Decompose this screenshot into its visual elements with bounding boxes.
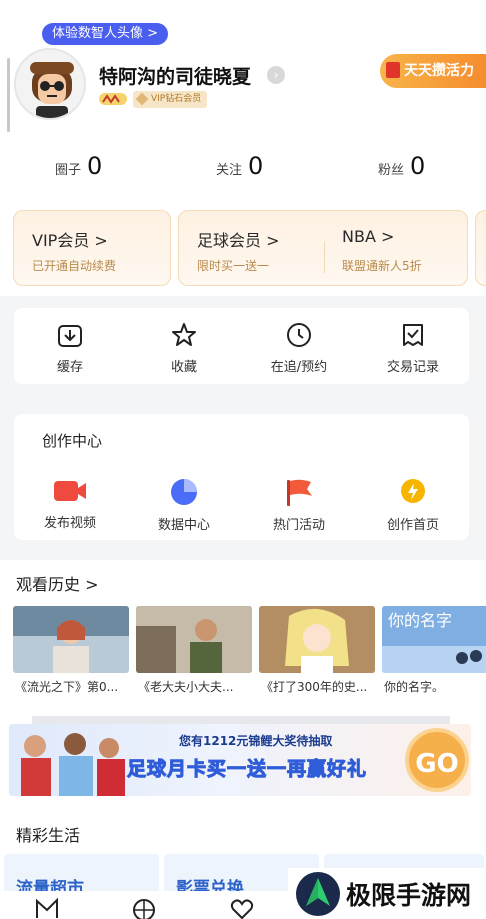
receipt-icon (403, 324, 423, 346)
svg-text:你的名字: 你的名字 (388, 611, 452, 630)
stat-value: 0 (410, 152, 426, 180)
stat-followers[interactable]: 粉丝 0 (378, 152, 425, 180)
username[interactable]: 特阿沟的司徒晓夏 (99, 62, 251, 89)
life-title: 精彩生活 (16, 826, 81, 845)
following-reservations-button[interactable]: 在追/预约 (254, 322, 344, 375)
data-center-button[interactable]: 数据中心 (139, 478, 229, 533)
stat-label: 关注 (216, 163, 243, 178)
creator-home-button[interactable]: 创作首页 (368, 478, 458, 533)
players-illustration (21, 733, 125, 796)
divider (324, 241, 325, 273)
lightning-icon (401, 479, 425, 503)
cc-label: 数据中心 (157, 518, 210, 533)
qa-label: 在追/预约 (270, 360, 328, 375)
download-icon (58, 325, 82, 347)
qa-label: 缓存 (56, 360, 83, 375)
creator-center-title: 创作中心 (42, 432, 103, 450)
history-thumbnail[interactable] (13, 606, 129, 673)
vitality-button[interactable]: 天天攒活力 (380, 54, 486, 88)
clock-icon (287, 323, 311, 347)
video-camera-icon (54, 481, 86, 501)
publish-video-button[interactable]: 发布视频 (25, 478, 115, 531)
vip-level-badge[interactable]: VIP钻石会员 (133, 91, 208, 108)
qa-label: 交易记录 (386, 360, 439, 375)
watermark: 极限手游网 (288, 868, 486, 919)
basketball-icon[interactable] (132, 898, 156, 919)
favorites-button[interactable]: 收藏 (139, 322, 229, 375)
banner-stack-edge (32, 716, 450, 724)
watch-history-section: 观看历史 > 《流光之下》第0... 《老大夫小大夫... 《打了300年的史.… (0, 560, 486, 708)
avatar-illustration (16, 50, 84, 118)
cc-label: 发布视频 (43, 516, 96, 531)
history-caption: 《打了300年的史... (261, 680, 368, 694)
home-icon[interactable] (35, 898, 59, 919)
cache-button[interactable]: 缓存 (25, 322, 115, 375)
creator-center-panel: 创作中心 发布视频 数据中心 热门活动 创作首页 (14, 414, 469, 540)
stat-circles[interactable]: 圈子 0 (55, 152, 102, 180)
diamond-icon (135, 92, 149, 106)
avatar[interactable] (14, 48, 86, 120)
stat-value: 0 (87, 152, 103, 180)
cc-label: 创作首页 (386, 518, 439, 533)
gift-icon (386, 62, 400, 78)
membership-section: VIP会员 > 已开通自动续费 足球会员 > 限时买一送一 NBA > 联盟通新… (0, 196, 486, 296)
chevron-right-icon[interactable]: › (267, 66, 285, 84)
stats-row: 圈子 0 关注 0 粉丝 0 (0, 140, 486, 196)
card-subtitle: 限时买一送一 (197, 259, 270, 273)
pie-chart-icon (171, 479, 197, 505)
member-medal-icon (99, 91, 129, 107)
card-subtitle: 已开通自动续费 (32, 259, 117, 273)
transaction-records-button[interactable]: 交易记录 (368, 322, 458, 375)
vitality-label: 天天攒活力 (404, 63, 474, 79)
digital-avatar-badge[interactable]: 体验数智人头像 > (42, 23, 169, 45)
flag-icon (287, 479, 312, 506)
watermark-text: 极限手游网 (346, 880, 472, 910)
history-caption: 你的名字。 (384, 680, 445, 694)
banner-top-text: 您有1212元锦鲤大奖待抽取 (179, 734, 333, 748)
card-title: NBA > (342, 227, 395, 246)
history-thumbnail[interactable] (136, 606, 252, 673)
stat-value: 0 (248, 152, 264, 180)
vip-member-card[interactable]: VIP会员 > 已开通自动续费 (13, 210, 171, 286)
heart-icon[interactable] (230, 898, 254, 919)
banner-main-text: 足球月卡买一送一再赢好礼 (126, 758, 368, 781)
stat-label: 圈子 (55, 163, 82, 178)
vip-level-label: VIP钻石会员 (151, 94, 202, 104)
watermark-logo-icon (296, 871, 340, 916)
banner-section: 您有1212元锦鲤大奖待抽取 足球月卡买一送一再赢好礼 GO (0, 708, 486, 808)
stat-label: 粉丝 (378, 163, 405, 178)
history-thumbnail[interactable] (259, 606, 375, 673)
card-title: VIP会员 > (32, 231, 108, 250)
scrollbar[interactable] (7, 58, 10, 132)
history-caption: 《老大夫小大夫... (138, 680, 234, 694)
go-button[interactable]: GO (405, 728, 469, 792)
stat-following[interactable]: 关注 0 (216, 152, 263, 180)
card-title: 足球会员 > (197, 231, 280, 250)
hot-events-button[interactable]: 热门活动 (254, 478, 344, 533)
watch-history-title[interactable]: 观看历史 > (16, 571, 99, 595)
quick-actions-panel: 缓存 收藏 在追/预约 交易记录 (14, 308, 469, 384)
card-subtitle: 联盟通新人5折 (342, 259, 422, 273)
profile-header: 体验数智人头像 > 特阿沟的司徒晓夏 › VIP钻石会员 天天攒活力 (0, 0, 486, 140)
promo-banner[interactable]: 您有1212元锦鲤大奖待抽取 足球月卡买一送一再赢好礼 GO (9, 724, 471, 796)
history-caption: 《流光之下》第0... (15, 680, 119, 694)
cc-label: 热门活动 (272, 518, 325, 533)
sports-member-card[interactable]: 足球会员 > 限时买一送一 NBA > 联盟通新人5折 (178, 210, 468, 286)
history-thumbnail[interactable]: 你的名字 (382, 606, 486, 673)
qa-label: 收藏 (170, 360, 197, 375)
star-icon (172, 323, 196, 346)
next-member-card-peek[interactable] (475, 210, 486, 286)
